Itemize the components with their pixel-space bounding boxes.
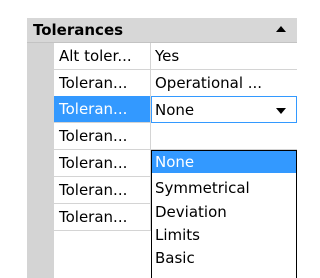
dropdown-option-deviation[interactable]: Deviation <box>152 201 296 223</box>
properties-panel: Tolerances Alt toler... Yes Toleran... O… <box>0 0 304 278</box>
collapse-arrow-icon[interactable] <box>275 24 287 34</box>
row-gutter <box>27 43 54 278</box>
tolerance-method-select[interactable]: None <box>151 96 297 123</box>
property-name: Alt toler... <box>54 43 151 70</box>
property-row-tolerance-display[interactable]: Toleran... Operational ... <box>54 70 297 97</box>
tolerance-method-dropdown-list: None Symmetrical Deviation Limits Basic <box>151 150 297 278</box>
property-row-alt-tolerance[interactable]: Alt toler... Yes <box>54 43 297 70</box>
property-name: Toleran... <box>54 123 151 150</box>
tolerances-section-header[interactable]: Tolerances <box>27 18 297 43</box>
property-value[interactable] <box>151 123 297 150</box>
property-name: Toleran... <box>54 70 151 97</box>
property-name: Toleran... <box>54 150 151 177</box>
property-name: Toleran... <box>54 177 151 204</box>
dropdown-option-limits[interactable]: Limits <box>152 224 296 246</box>
property-value[interactable]: Operational ... <box>151 70 297 97</box>
dropdown-option-none[interactable]: None <box>152 151 296 173</box>
property-row[interactable]: Toleran... <box>54 123 297 150</box>
section-title: Tolerances <box>33 21 124 39</box>
chevron-down-icon[interactable] <box>276 108 286 114</box>
property-row-tolerance-method[interactable]: Toleran... None <box>54 96 297 123</box>
dropdown-option-basic[interactable]: Basic <box>152 247 296 269</box>
select-value: None <box>155 101 195 119</box>
dropdown-option-symmetrical[interactable]: Symmetrical <box>152 177 296 199</box>
property-name: Toleran... <box>54 204 151 231</box>
property-value[interactable]: Yes <box>151 43 297 70</box>
property-name: Toleran... <box>54 96 151 123</box>
